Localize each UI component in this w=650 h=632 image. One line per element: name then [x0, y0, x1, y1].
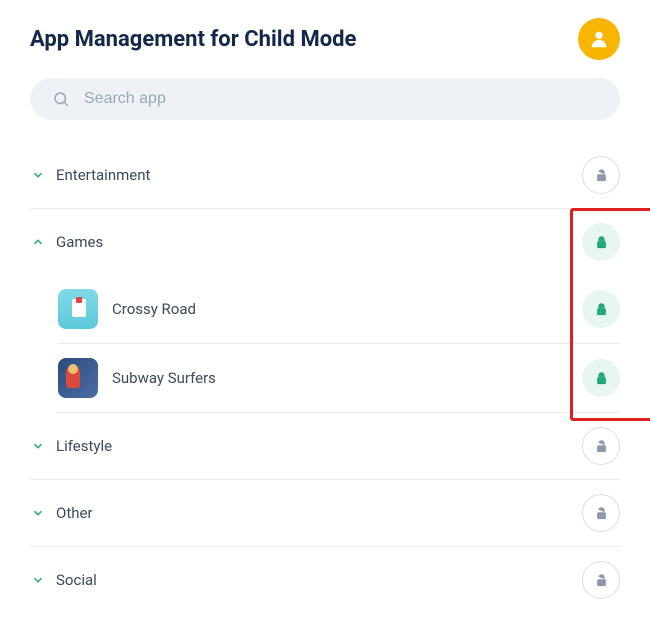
unlock-icon — [594, 573, 609, 588]
chevron-up-icon — [30, 234, 46, 250]
lock-icon — [594, 302, 609, 317]
unlock-icon — [594, 168, 609, 183]
category-label: Social — [56, 571, 97, 589]
category-label: Entertainment — [56, 166, 150, 184]
category-entertainment[interactable]: Entertainment — [30, 142, 620, 209]
unlock-icon — [594, 439, 609, 454]
category-label: Lifestyle — [56, 437, 112, 455]
lock-icon — [594, 235, 609, 250]
lock-toggle-crossy-road[interactable] — [582, 290, 620, 328]
category-other[interactable]: Other — [30, 480, 620, 547]
category-label: Other — [56, 504, 93, 522]
app-row-subway-surfers[interactable]: Subway Surfers — [58, 344, 620, 413]
lock-toggle-social[interactable] — [582, 561, 620, 599]
page-title: App Management for Child Mode — [30, 27, 356, 52]
app-icon-crossy-road — [58, 289, 98, 329]
category-label: Games — [56, 233, 103, 251]
search-input[interactable] — [84, 90, 598, 108]
lock-toggle-subway-surfers[interactable] — [582, 359, 620, 397]
app-label: Subway Surfers — [112, 369, 216, 387]
chevron-down-icon — [30, 505, 46, 521]
lock-toggle-games[interactable] — [582, 223, 620, 261]
chevron-down-icon — [30, 572, 46, 588]
child-avatar[interactable] — [578, 18, 620, 60]
app-icon-subway-surfers — [58, 358, 98, 398]
lock-toggle-other[interactable] — [582, 494, 620, 532]
lock-icon — [594, 371, 609, 386]
category-lifestyle[interactable]: Lifestyle — [30, 413, 620, 480]
lock-toggle-entertainment[interactable] — [582, 156, 620, 194]
search-bar[interactable] — [30, 78, 620, 120]
person-icon — [588, 28, 610, 50]
unlock-icon — [594, 506, 609, 521]
app-row-crossy-road[interactable]: Crossy Road — [58, 275, 620, 344]
app-label: Crossy Road — [112, 300, 196, 318]
category-games[interactable]: Games — [30, 209, 620, 275]
chevron-down-icon — [30, 167, 46, 183]
lock-toggle-lifestyle[interactable] — [582, 427, 620, 465]
header: App Management for Child Mode — [30, 18, 620, 60]
category-social[interactable]: Social — [30, 547, 620, 613]
search-icon — [52, 90, 70, 108]
chevron-down-icon — [30, 438, 46, 454]
app-management-screen: App Management for Child Mode Entertainm… — [30, 18, 620, 613]
